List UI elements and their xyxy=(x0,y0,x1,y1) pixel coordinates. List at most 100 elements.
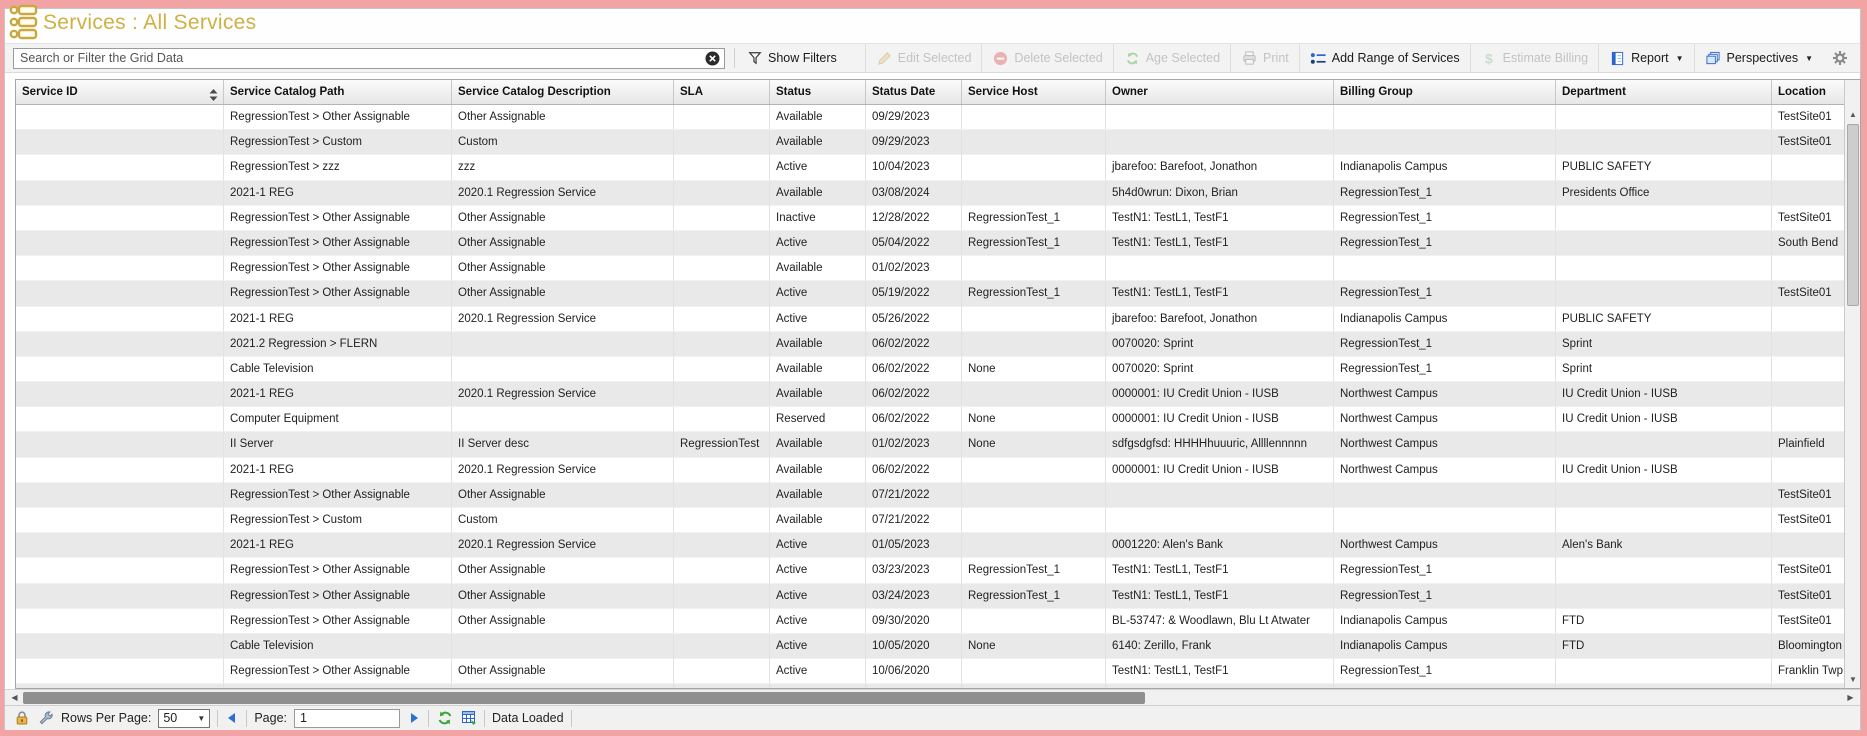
column-header-billing-group[interactable]: Billing Group xyxy=(1334,80,1556,104)
table-row[interactable]: RegressionTest > Other AssignableOther A… xyxy=(16,256,1846,281)
column-header-status[interactable]: Status xyxy=(770,80,866,104)
cell-location: TestSite01 xyxy=(1772,584,1846,609)
table-row[interactable]: RegressionTest > Other AssignableOther A… xyxy=(16,659,1846,684)
cell-service-id xyxy=(16,332,224,357)
cell-status: Inactive xyxy=(770,684,866,688)
next-page-button[interactable] xyxy=(407,711,421,725)
cell-service-id xyxy=(16,357,224,382)
column-header-department[interactable]: Department xyxy=(1556,80,1772,104)
page-number-input[interactable] xyxy=(294,709,400,728)
cell-department: FTD xyxy=(1556,634,1772,659)
cell-sla: RegressionTest xyxy=(674,432,770,457)
add-range-of-services-button[interactable]: Add Range of Services xyxy=(1299,44,1470,72)
perspectives-button[interactable]: Perspectives▼ xyxy=(1694,44,1823,72)
rows-per-page-select[interactable]: 50 ▼ xyxy=(158,709,210,728)
cell-billing-group: RegressionTest_1 xyxy=(1334,281,1556,306)
cell-department xyxy=(1556,584,1772,609)
scroll-left-icon[interactable]: ◀ xyxy=(7,691,22,705)
cell-status-date: 12/28/2022 xyxy=(866,206,962,231)
table-row[interactable]: 2021.2 Regression > FLERNAvailable06/02/… xyxy=(16,332,1846,357)
search-input[interactable] xyxy=(13,48,725,69)
table-row[interactable]: RegressionTest > Other AssignableOther A… xyxy=(16,281,1846,306)
column-header-owner[interactable]: Owner xyxy=(1106,80,1334,104)
scroll-down-icon[interactable]: ▼ xyxy=(1846,672,1860,687)
export-grid-icon[interactable] xyxy=(460,710,477,726)
column-header-status-date[interactable]: Status Date xyxy=(866,80,962,104)
table-row[interactable]: 2021-1 REG2020.1 Regression ServiceActiv… xyxy=(16,307,1846,332)
table-row[interactable]: RegressionTest > Other AssignableOther A… xyxy=(16,105,1846,130)
cell-status-date: 09/29/2023 xyxy=(866,130,962,155)
cell-owner: 0000001: IU Credit Union - IUSB xyxy=(1106,458,1334,483)
table-row[interactable]: RegressionTest > Other AssignableOther A… xyxy=(16,558,1846,583)
cell-sla xyxy=(674,105,770,130)
cell-service-catalog-description: 2020.1 Regression Service xyxy=(452,533,674,558)
chevron-down-icon: ▼ xyxy=(197,714,205,723)
clear-search-icon[interactable] xyxy=(705,51,720,66)
show-filters-button[interactable]: Show Filters xyxy=(744,44,847,72)
table-row[interactable]: RegressionTest > CustomCustomAvailable07… xyxy=(16,508,1846,533)
column-header-sla[interactable]: SLA xyxy=(674,80,770,104)
table-row[interactable]: RegressionTest > zzzzzzActive10/04/2023j… xyxy=(16,155,1846,180)
edit-selected-button[interactable]: Edit Selected xyxy=(865,44,982,72)
table-row[interactable]: 2021-1 REG2020.1 Regression ServiceAvail… xyxy=(16,181,1846,206)
table-row[interactable]: 2021-1 REG2020.1 Regression ServiceAvail… xyxy=(16,458,1846,483)
vertical-scroll-thumb[interactable] xyxy=(1847,124,1859,306)
table-row[interactable]: RegressionTest > CustomCustomAvailable09… xyxy=(16,130,1846,155)
cell-service-catalog-path: 2021-1 REG xyxy=(224,307,452,332)
table-row[interactable]: II ServerII Server descRegressionTestAva… xyxy=(16,432,1846,457)
cell-department: Alen's Bank xyxy=(1556,533,1772,558)
column-header-service-host[interactable]: Service Host xyxy=(962,80,1106,104)
cell-service-catalog-path: RegressionTest > Other Assignable xyxy=(224,558,452,583)
cell-service-catalog-path: RegressionTest > Other Assignable xyxy=(224,281,452,306)
cell-status: Active xyxy=(770,155,866,180)
cell-service-catalog-path: 2021-1 REG xyxy=(224,181,452,206)
cell-service-catalog-path: RegressionTest > Other Assignable xyxy=(224,256,452,281)
previous-page-button[interactable] xyxy=(225,711,239,725)
column-header-service-catalog-path[interactable]: Service Catalog Path xyxy=(224,80,452,104)
horizontal-scrollbar[interactable]: ◀ ▶ xyxy=(5,689,1860,705)
cell-sla xyxy=(674,307,770,332)
report-book-icon xyxy=(1609,50,1626,66)
table-row[interactable]: RegressionTest > Other AssignableOther A… xyxy=(16,609,1846,634)
cell-status: Reserved xyxy=(770,407,866,432)
cell-billing-group: Northwest Campus xyxy=(1334,533,1556,558)
table-row[interactable]: RegressionTest > Other AssignableOther A… xyxy=(16,231,1846,256)
print-button[interactable]: Print xyxy=(1230,44,1299,72)
cell-billing-group: Indianapolis Campus xyxy=(1334,609,1556,634)
column-header-location[interactable]: Location xyxy=(1772,80,1846,104)
cell-location xyxy=(1772,533,1846,558)
table-row[interactable]: RegressionTest > Other AssignableOther A… xyxy=(16,584,1846,609)
scroll-right-icon[interactable]: ▶ xyxy=(1843,691,1858,705)
vertical-scrollbar[interactable]: ▲ ▼ xyxy=(1844,80,1860,688)
report-button[interactable]: Report▼ xyxy=(1598,44,1693,72)
cell-status: Available xyxy=(770,332,866,357)
grid-settings-button[interactable] xyxy=(1827,50,1852,66)
cell-owner xyxy=(1106,105,1334,130)
refresh-icon[interactable] xyxy=(436,710,453,726)
column-header-service-id[interactable]: Service ID xyxy=(16,80,224,104)
age-selected-button[interactable]: Age Selected xyxy=(1113,44,1230,72)
delete-selected-button[interactable]: Delete Selected xyxy=(981,44,1112,72)
table-row[interactable]: 2021-1 REG2020.1 Regression ServiceActiv… xyxy=(16,533,1846,558)
table-row[interactable]: Cable TelevisionAvailable06/02/2022None0… xyxy=(16,357,1846,382)
cell-service-host xyxy=(962,105,1106,130)
horizontal-scroll-thumb[interactable] xyxy=(23,692,1145,704)
wrench-icon[interactable] xyxy=(37,710,54,726)
estimate-billing-button[interactable]: $Estimate Billing xyxy=(1470,44,1598,72)
table-row[interactable]: 2021-1 REG2020.1 Regression ServiceAvail… xyxy=(16,382,1846,407)
cell-department xyxy=(1556,105,1772,130)
services-grid: Service IDService Catalog PathService Ca… xyxy=(15,79,1861,689)
table-row[interactable]: Computer EquipmentReserved06/02/2022None… xyxy=(16,407,1846,432)
table-row[interactable]: RegressionTest > Other AssignableOther A… xyxy=(16,684,1846,688)
table-row[interactable]: RegressionTest > Other AssignableOther A… xyxy=(16,483,1846,508)
cell-owner: jbarefoo: Barefoot, Jonathon xyxy=(1106,155,1334,180)
scroll-up-icon[interactable]: ▲ xyxy=(1846,107,1860,122)
cell-owner: sdfgsdgfsd: HHHHhuuuric, Allllennnnn xyxy=(1106,432,1334,457)
table-row[interactable]: Cable TelevisionActive10/05/2020None6140… xyxy=(16,634,1846,659)
cell-status-date: 01/02/2023 xyxy=(866,432,962,457)
cell-owner: 0000001: IU Credit Union - IUSB xyxy=(1106,382,1334,407)
column-header-service-catalog-description[interactable]: Service Catalog Description xyxy=(452,80,674,104)
lock-icon[interactable] xyxy=(13,710,30,726)
cell-service-host xyxy=(962,332,1106,357)
table-row[interactable]: RegressionTest > Other AssignableOther A… xyxy=(16,206,1846,231)
